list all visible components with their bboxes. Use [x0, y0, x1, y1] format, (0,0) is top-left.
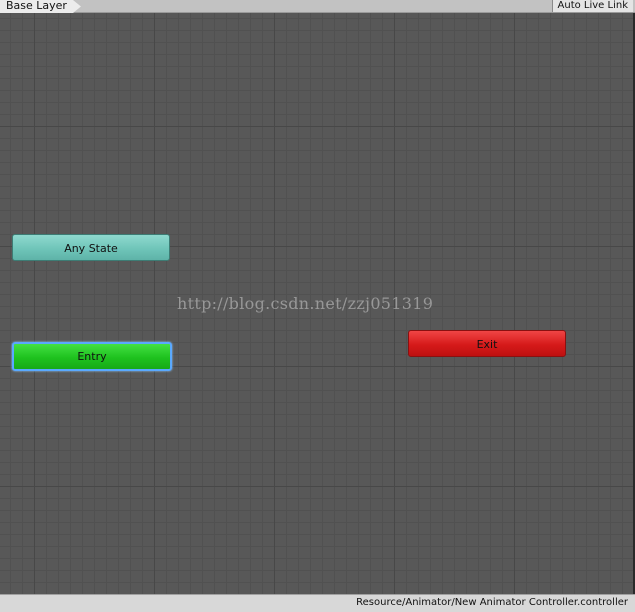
controller-path: Resource/Animator/New Animator Controlle… — [356, 597, 628, 608]
watermark: http://blog.csdn.net/zzj051319 — [177, 294, 434, 313]
toolbar: Base Layer Auto Live Link — [0, 0, 635, 13]
entry-node[interactable]: Entry — [12, 342, 172, 371]
status-bar: Resource/Animator/New Animator Controlle… — [0, 594, 635, 612]
animator-window: Base Layer Auto Live Link Any State Entr… — [0, 0, 635, 612]
exit-node[interactable]: Exit — [408, 330, 566, 357]
auto-live-link-button[interactable]: Auto Live Link — [551, 0, 633, 12]
breadcrumb-base-layer[interactable]: Base Layer — [0, 0, 81, 13]
any-state-node[interactable]: Any State — [12, 234, 170, 261]
